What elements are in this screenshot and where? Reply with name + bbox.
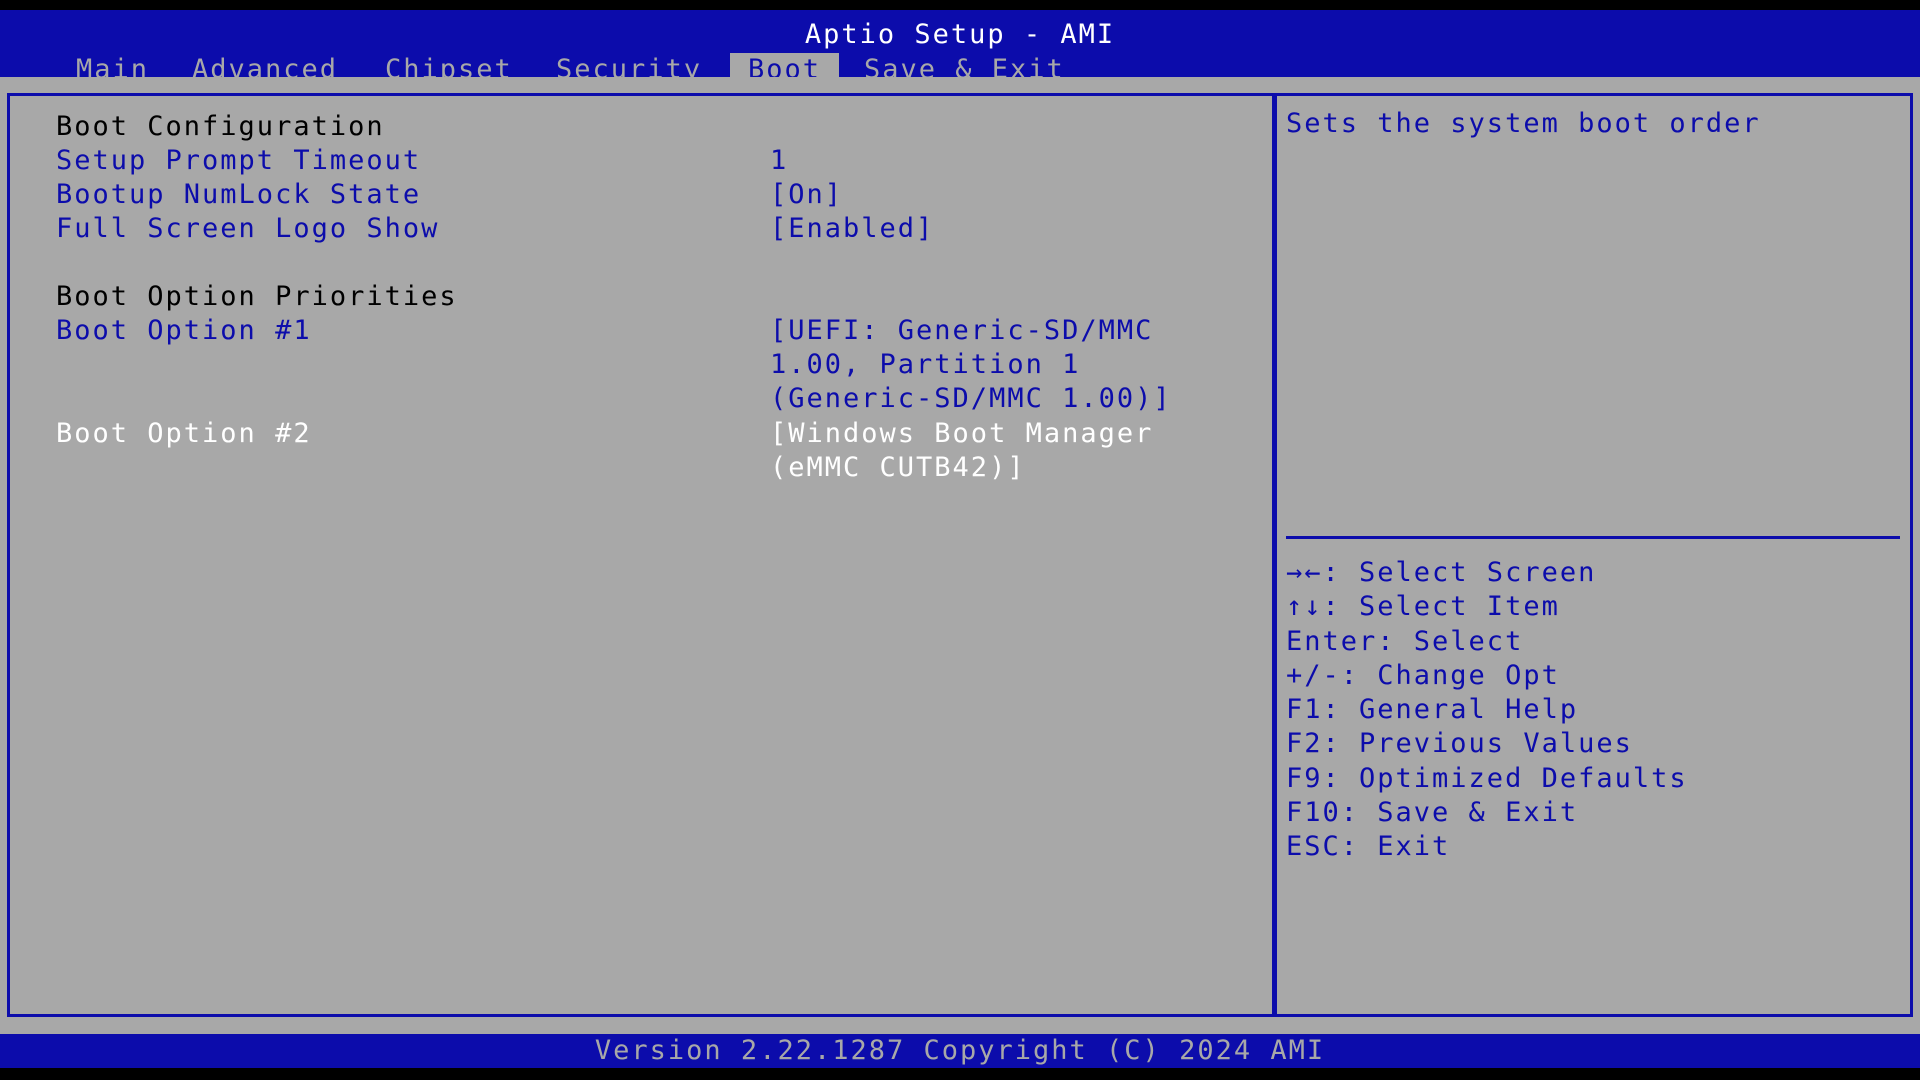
- key-hint-change-opt: +/-: Change Opt: [1286, 659, 1560, 691]
- bios-title: Aptio Setup - AMI: [804, 19, 1116, 50]
- boot-option-1-value[interactable]: 1.00, Partition 1: [770, 348, 1080, 382]
- setup-prompt-timeout-label[interactable]: Setup Prompt Timeout: [56, 144, 421, 178]
- key-hint-esc-exit: ESC: Exit: [1286, 831, 1451, 863]
- bios-footer: Version 2.22.1287 Copyright (C) 2024 AMI: [0, 1034, 1920, 1068]
- key-hint-optimized-defaults: F9: Optimized Defaults: [1286, 762, 1688, 794]
- boot-option-1-value[interactable]: [UEFI: Generic-SD/MMC: [770, 314, 1153, 348]
- key-hint-general-help: F1: General Help: [1286, 694, 1579, 726]
- help-description: Sets the system boot order: [1286, 108, 1761, 139]
- full-screen-logo-value[interactable]: [Enabled]: [770, 212, 934, 246]
- bios-header: Aptio Setup - AMI Main Advanced Chipset …: [0, 10, 1920, 87]
- boot-option-priorities-heading: Boot Option Priorities: [56, 281, 458, 312]
- boot-option-2-value[interactable]: [Windows Boot Manager: [770, 417, 1153, 451]
- numlock-state-value[interactable]: [On]: [770, 178, 843, 212]
- boot-option-1-label[interactable]: Boot Option #1: [56, 314, 312, 348]
- boot-option-2-label[interactable]: Boot Option #2: [56, 417, 312, 451]
- key-hint-select-item: ↑↓: Select Item: [1286, 591, 1560, 623]
- key-legend: →←: Select Screen ↑↓: Select Item Enter:…: [1286, 556, 1688, 865]
- help-separator: [1286, 536, 1900, 539]
- key-hint-enter: Enter: Select: [1286, 625, 1524, 657]
- boot-option-2-value[interactable]: (eMMC CUTB42)]: [770, 451, 1026, 485]
- version-copyright: Version 2.22.1287 Copyright (C) 2024 AMI: [594, 1035, 1326, 1066]
- key-hint-save-exit: F10: Save & Exit: [1286, 797, 1579, 829]
- boot-configuration-heading: Boot Configuration: [56, 111, 385, 142]
- help-panel: [1274, 93, 1913, 1017]
- full-screen-logo-label[interactable]: Full Screen Logo Show: [56, 212, 439, 246]
- key-hint-select-screen: →←: Select Screen: [1286, 557, 1597, 588]
- boot-option-1-value[interactable]: (Generic-SD/MMC 1.00)]: [770, 382, 1172, 416]
- numlock-state-label[interactable]: Bootup NumLock State: [56, 178, 421, 212]
- bios-screen: Boot Configuration Setup Prompt Timeout …: [0, 77, 1920, 1034]
- key-hint-previous-values: F2: Previous Values: [1286, 728, 1633, 760]
- setup-prompt-timeout-value[interactable]: 1: [770, 144, 788, 178]
